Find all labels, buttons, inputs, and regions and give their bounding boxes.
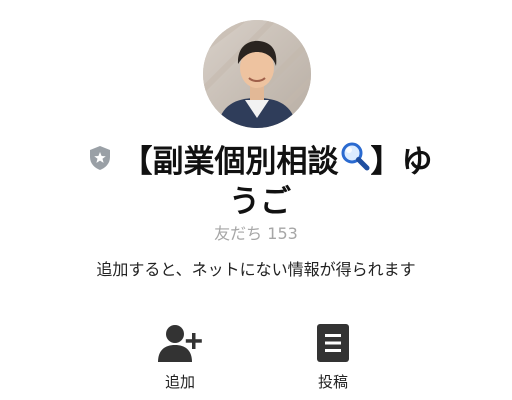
post-icon [293, 322, 373, 364]
magnifying-glass-icon [339, 140, 371, 182]
friends-count: 友だち 153 [214, 224, 298, 243]
posts-label: 投稿 [317, 373, 348, 391]
account-name: 【副業個別相談 】ゆ うご [70, 142, 450, 222]
account-name-line-2: うご [229, 184, 291, 220]
profile-page: 【副業個別相談 】ゆ うご 友だち 153 追加すると、ネットにない情報が得られ… [0, 0, 512, 400]
profile-description: 追加すると、ネットにない情報が得られます [96, 260, 416, 279]
posts-button[interactable]: 投稿 [293, 322, 373, 392]
profile-avatar[interactable] [203, 20, 311, 128]
account-name-line-1: 【副業個別相談 】ゆ [70, 142, 450, 182]
add-friend-icon [140, 322, 220, 364]
account-name-prefix: 【副業個別相談 [121, 144, 339, 180]
add-friend-button[interactable]: 追加 [140, 322, 220, 392]
shield-star-icon [88, 141, 112, 181]
add-friend-label: 追加 [164, 373, 195, 391]
avatar-photo [203, 20, 311, 128]
account-name-suffix: 】ゆ [370, 144, 433, 180]
